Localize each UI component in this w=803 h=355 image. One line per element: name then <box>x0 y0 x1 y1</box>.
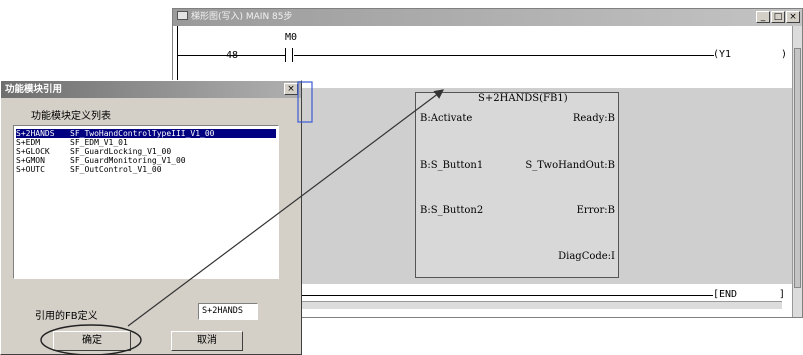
coil-y1[interactable]: (Y1 <box>713 49 731 60</box>
dialog-title: 功能模块引用 <box>5 84 63 95</box>
fb-name: SF_GuardLocking_V1_00 <box>70 147 172 156</box>
fb-title: S+2HANDS(FB1) <box>478 93 568 104</box>
list-item[interactable]: S+2HANDS SF_TwoHandControlTypeIII_V1_00 <box>16 129 276 138</box>
fb-input-button2: B:S_Button2 <box>420 205 484 216</box>
dialog-close-button[interactable]: × <box>284 83 298 95</box>
scrollbar-thumb[interactable] <box>794 48 801 288</box>
list-item[interactable]: S+GLOCK SF_GuardLocking_V1_00 <box>16 147 276 156</box>
contact-device-label: M0 <box>285 32 298 43</box>
fb-def-field[interactable]: S+2HANDS <box>198 303 258 320</box>
fb-name: SF_GuardMonitoring_V1_00 <box>70 156 186 165</box>
minimize-button[interactable]: _ <box>756 11 770 23</box>
cancel-button[interactable]: 取消 <box>171 331 243 351</box>
list-item[interactable]: S+EDM SF_EDM_V1_01 <box>16 138 276 147</box>
fb-name: SF_OutControl_V1_00 <box>70 165 162 174</box>
fb-output-twohand: S_TwoHandOut:B <box>525 160 615 171</box>
dialog-title-bar: 功能模块引用 × <box>1 81 301 98</box>
fb-output-ready: Ready:B <box>572 113 615 124</box>
maximize-button[interactable]: □ <box>771 11 785 23</box>
fb-code: S+2HANDS <box>16 129 55 138</box>
contact-m0[interactable] <box>285 48 293 62</box>
list-item[interactable]: S+GMON SF_GuardMonitoring_V1_00 <box>16 156 276 165</box>
fb-definition-list[interactable]: S+2HANDS SF_TwoHandControlTypeIII_V1_00 … <box>13 125 279 279</box>
fb-name: SF_TwoHandControlTypeIII_V1_00 <box>70 129 215 138</box>
close-button[interactable]: × <box>786 11 800 23</box>
fb-code: S+GMON <box>16 156 45 165</box>
ladder-title-bar: 梯形图(写入) MAIN 85步 _ □ × <box>173 9 802 26</box>
fb-def-label: 引用的FB定义 <box>35 311 98 322</box>
fb-code: S+EDM <box>16 138 41 147</box>
fb-code: S+OUTC <box>16 165 45 174</box>
fb-name: SF_EDM_V1_01 <box>70 138 128 147</box>
ok-button[interactable]: 确定 <box>53 331 131 351</box>
rung-wire <box>177 55 285 56</box>
list-item[interactable]: S+OUTC SF_OutControl_V1_00 <box>16 165 276 174</box>
fb-input-activate: B:Activate <box>420 113 473 124</box>
window-controls: _ □ × <box>756 11 800 23</box>
end-instruction[interactable]: [END <box>713 289 737 300</box>
function-block[interactable]: S+2HANDS(FB1) B:Activate Ready:B B:S_But… <box>415 92 619 278</box>
fb-reference-dialog: 功能模块引用 × 功能模块定义列表 S+2HANDS SF_TwoHandCon… <box>0 80 302 355</box>
ladder-window-icon <box>177 11 188 20</box>
fb-output-diagcode: DiagCode:I <box>558 251 615 262</box>
end-bracket: ] <box>779 289 786 300</box>
fb-input-button1: B:S_Button1 <box>420 160 484 171</box>
fb-output-error: Error:B <box>576 205 615 216</box>
fb-code: S+GLOCK <box>16 147 50 156</box>
rung-wire <box>294 55 714 56</box>
coil-bracket: ) <box>781 49 788 60</box>
vertical-scrollbar[interactable] <box>792 26 802 317</box>
ladder-window-title: 梯形图(写入) MAIN 85步 <box>191 12 293 22</box>
fb-list-label: 功能模块定义列表 <box>31 111 111 122</box>
